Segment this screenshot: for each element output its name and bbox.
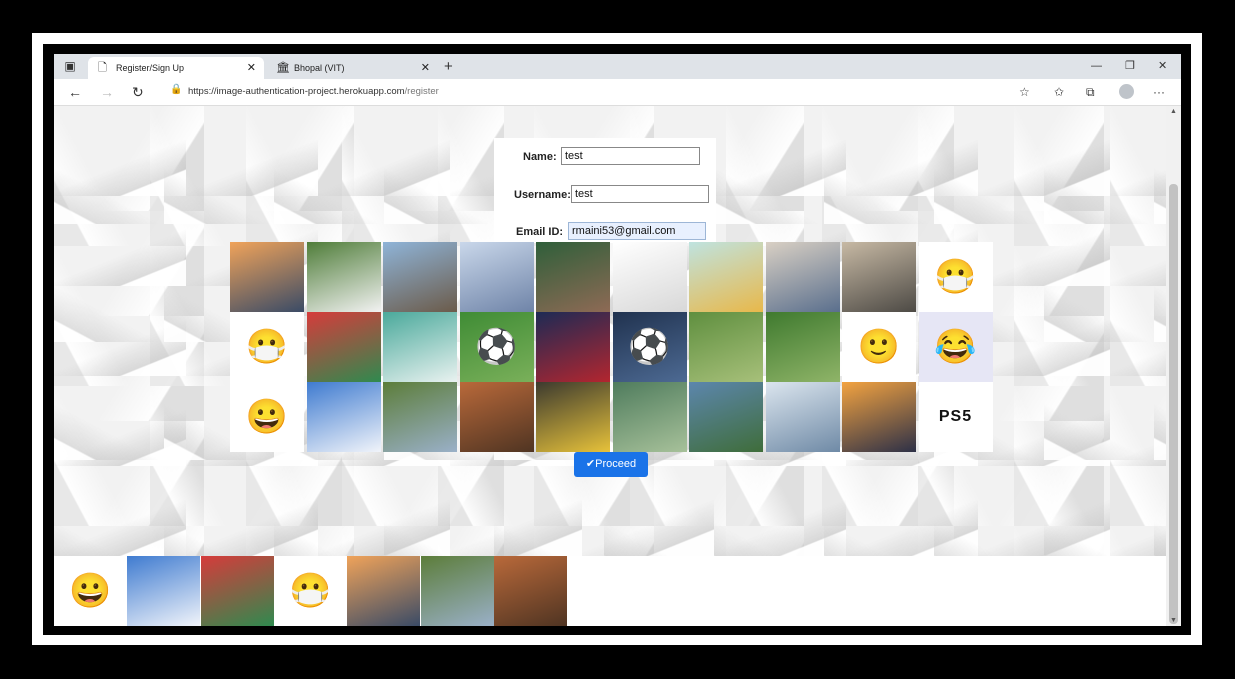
image-tile-soccer-stadium-phone[interactable] [536,242,610,312]
thumbs-up-smiley-icon: 😀 [69,572,112,610]
image-tile-rainbow-clouds[interactable] [306,382,381,452]
image-tile-badminton-tokyo[interactable] [200,556,274,626]
image-tile-cricket-wicket[interactable] [689,312,763,382]
tab-strip: ▣ 🗋 Register/Sign Up ✕ 🏛 Bhopal (VIT) ✕ … [54,54,1181,79]
image-tile-green-bird[interactable] [612,382,687,452]
image-tile-white-horse[interactable] [459,382,534,452]
proceed-label: Proceed [595,458,637,470]
image-tile-green-mountains[interactable] [689,382,763,452]
college-icon: 🏛 [276,62,290,74]
smiley-emoji-icon: 🙂 [857,328,901,366]
image-tile-white-dog[interactable] [306,242,381,312]
name-label: Name: [523,151,557,163]
image-tile-emoji-set[interactable]: 😂 [918,312,993,382]
image-tile-shuttlecock[interactable] [383,312,457,382]
image-tile-forest-river[interactable] [383,382,457,452]
ps5-logo-text: PS5 [938,408,973,425]
vertical-scrollbar[interactable]: ▲ ▼ [1166,106,1181,626]
address-bar: ← → ↻ 🔒 https://image-authentication-pro… [54,79,1181,106]
tab-actions-icon[interactable]: ▣ [62,59,78,73]
image-tile-house[interactable] [383,242,457,312]
close-icon[interactable]: ✕ [421,57,430,79]
image-tile-masked-faces[interactable]: 😷 [918,242,993,312]
image-tile-education-books[interactable] [689,242,763,312]
masked-faces-icon: 😷 [934,258,977,296]
image-tile-cricket-bat-ball[interactable] [765,312,840,382]
tab-register[interactable]: 🗋 Register/Sign Up ✕ [88,57,264,79]
email-label: Email ID: [516,226,564,238]
image-tile-soccer-ball-net[interactable]: ⚽ [612,312,687,382]
name-input[interactable] [561,147,700,165]
url-path: /register [404,86,439,97]
scroll-thumb[interactable] [1169,184,1178,624]
collections-icon[interactable]: ⧉ [1086,83,1095,101]
username-input[interactable] [571,185,709,203]
masked-man-icon: 😷 [289,572,332,610]
image-tile-pier-sunset[interactable] [347,556,421,626]
page-icon: 🗋 [98,62,107,74]
emoji-set-icon: 😂 [934,328,977,366]
image-tile-forest-river[interactable] [420,556,494,626]
register-form: Name: Username: Email ID: [494,138,716,243]
refresh-icon[interactable]: ↻ [132,83,144,101]
image-tile-badminton-tokyo[interactable] [306,312,381,382]
masked-man-icon: 😷 [245,328,289,366]
forward-icon[interactable]: → [100,83,114,101]
more-menu-icon[interactable]: ··· [1153,83,1165,101]
soccer-ball-grass-icon: ⚽ [475,328,518,366]
thumbs-up-smiley-icon: 😀 [245,398,289,436]
url-field[interactable]: 🔒 https://image-authentication-project.h… [160,82,1020,102]
soccer-ball-net-icon: ⚽ [628,328,671,366]
image-tile-smiley-emoji[interactable]: 🙂 [842,312,916,382]
browser-window: ▣ 🗋 Register/Sign Up ✕ 🏛 Bhopal (VIT) ✕ … [54,54,1181,626]
back-icon[interactable]: ← [68,83,82,101]
tab-bhopal[interactable]: 🏛 Bhopal (VIT) ✕ [266,57,438,79]
minimize-icon[interactable]: — [1091,56,1102,76]
restore-icon[interactable]: ❐ [1125,56,1135,76]
favorites-icon[interactable]: ✩ [1054,83,1064,101]
image-tile-thumbs-up-smiley[interactable]: 😀 [54,556,127,626]
image-tile-open-book-pencil[interactable] [765,242,840,312]
image-grid: 😷 😷 ⚽ ⚽ 🙂 😂 😀 PS5 [230,242,994,452]
url-domain: https://image-authentication-project.her… [188,86,405,97]
image-tile-clock-doodle[interactable] [612,242,687,312]
username-label: Username: [514,189,571,201]
check-icon: ✔ [585,458,596,470]
image-tile-pier-sunset[interactable] [230,242,304,312]
proceed-button[interactable]: ✔Proceed [574,452,648,477]
window-close-icon[interactable]: ✕ [1158,56,1167,76]
add-favorite-icon[interactable]: ☆ [1019,83,1030,101]
image-tile-soccer-ball-grass[interactable]: ⚽ [459,312,534,382]
image-tile-masked-man[interactable]: 😷 [273,556,347,626]
selected-images-strip: 😀 😷 [54,556,574,626]
tab-title: Register/Sign Up [116,63,185,73]
image-tile-airplane-sky[interactable] [459,242,534,312]
image-tile-ps5-logo[interactable]: PS5 [918,382,993,452]
image-tile-yellow-birds[interactable] [536,382,610,452]
ps5-logo-icon: PS5 [919,382,993,452]
scroll-up-icon[interactable]: ▲ [1170,108,1177,115]
image-tile-misty-peak[interactable] [765,382,840,452]
email-input[interactable] [568,222,706,240]
image-tile-thumbs-up-smiley[interactable]: 😀 [230,382,304,452]
image-tile-writing-desk[interactable] [842,242,916,312]
image-tile-soccer-players[interactable] [536,312,610,382]
image-tile-white-horse[interactable] [493,556,567,626]
lock-icon[interactable]: 🔒 [170,84,182,95]
page-viewport: Name: Username: Email ID: 😷 😷 ⚽ ⚽ 🙂 😂 😀 PS5 ✔Pr… [54,106,1166,626]
image-tile-masked-man[interactable]: 😷 [230,312,304,382]
image-tile-plane-sunset[interactable] [842,382,916,452]
scroll-down-icon[interactable]: ▼ [1170,617,1177,624]
profile-avatar[interactable] [1119,84,1134,99]
tab-title: Bhopal (VIT) [294,63,345,73]
image-tile-rainbow-clouds[interactable] [127,556,201,626]
new-tab-button[interactable]: + [444,57,453,77]
close-icon[interactable]: ✕ [247,57,256,79]
url-text: https://image-authentication-project.her… [188,86,439,97]
